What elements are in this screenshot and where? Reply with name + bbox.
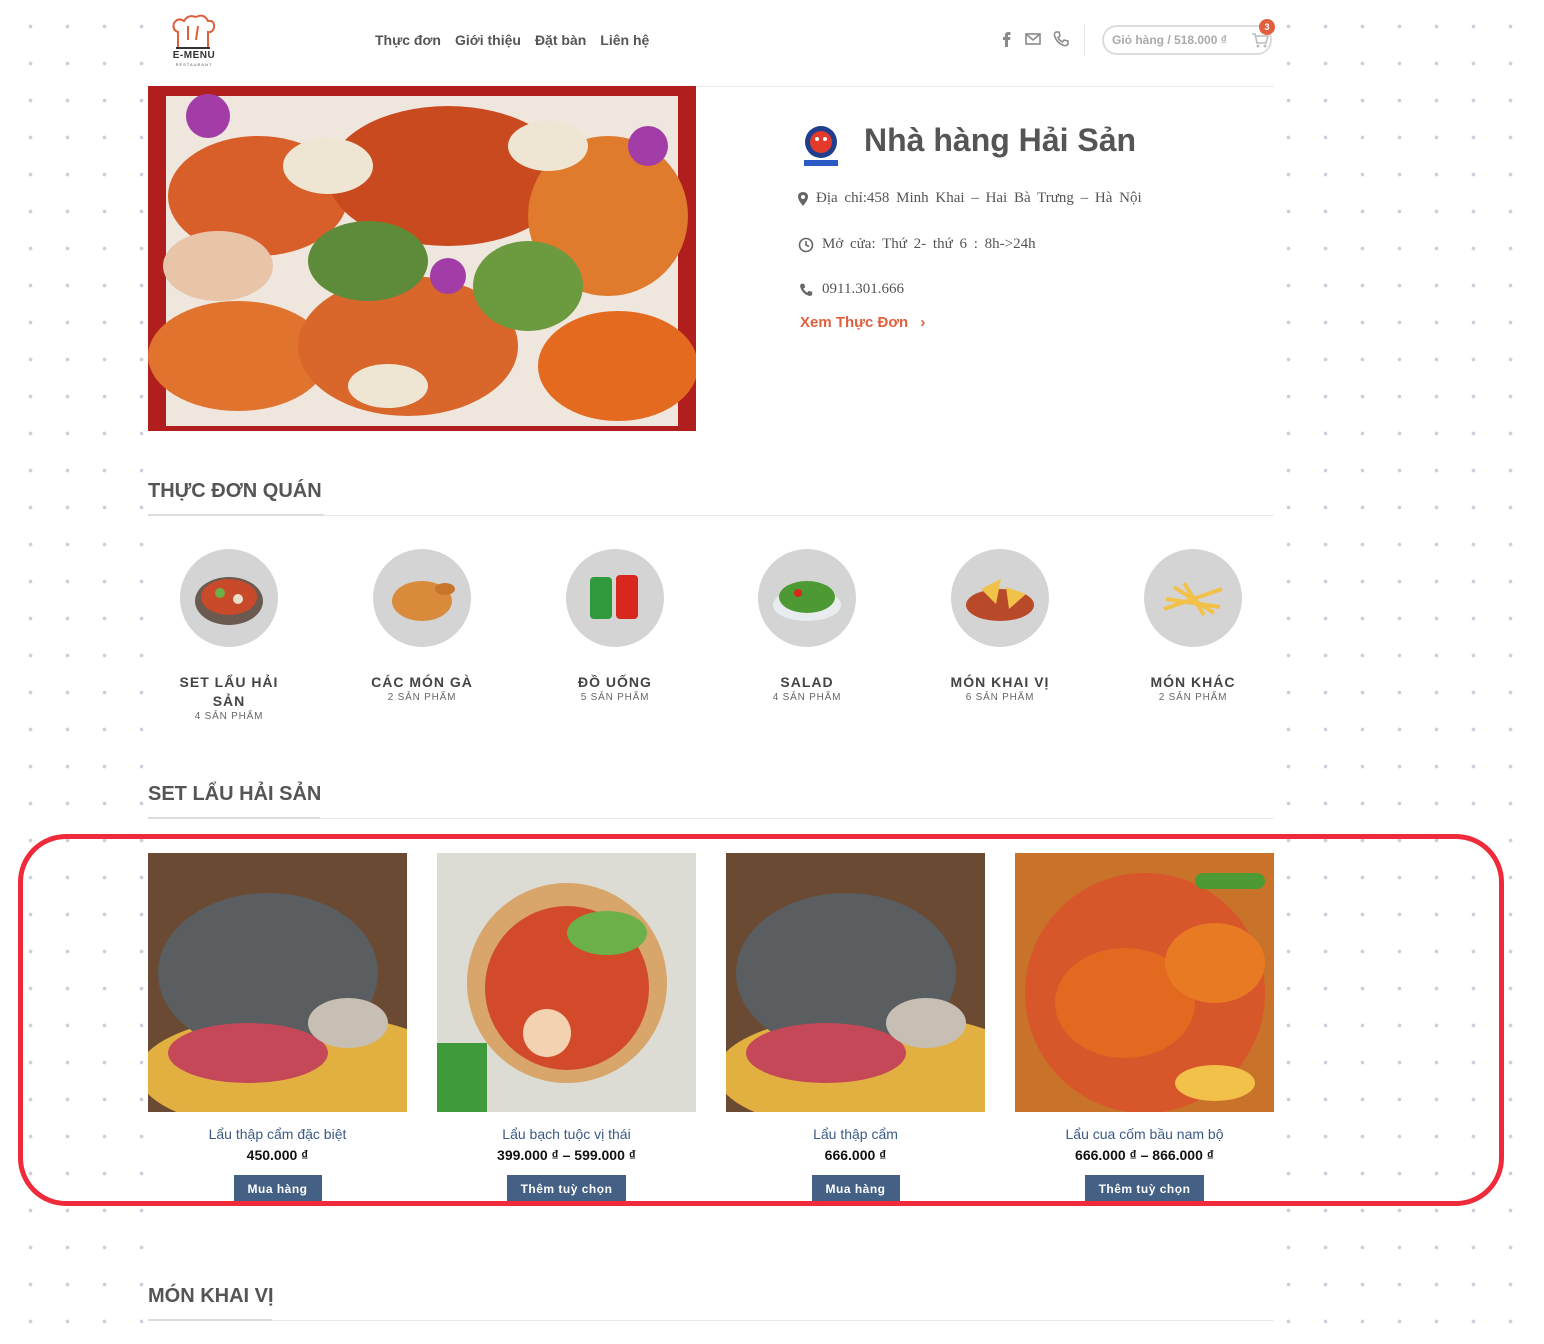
buy-button[interactable]: Mua hàng	[811, 1175, 900, 1203]
restaurant-name: Nhà hàng Hải Sản	[864, 122, 1137, 158]
set-section-title: SET LẨU HẢI SẢN	[148, 783, 322, 805]
product-image[interactable]	[148, 853, 407, 1112]
nav-item-lien-he[interactable]: Liên hệ	[600, 32, 649, 48]
product-name[interactable]: Lẩu thập cẩm đặc biệt	[148, 1126, 407, 1142]
main-nav: Thực đơn Giới thiệu Đặt bàn Liên hệ	[375, 32, 649, 48]
facebook-icon[interactable]	[998, 30, 1014, 48]
product-name[interactable]: Lẩu bạch tuộc vị thái	[437, 1126, 696, 1142]
social-icons	[998, 30, 1070, 48]
product-image[interactable]	[437, 853, 696, 1112]
cart-count-badge: 3	[1259, 19, 1275, 35]
category-count: 2 SẢN PHẨM	[1158, 692, 1228, 703]
product-name[interactable]: Lẩu cua cốm bầu nam bộ	[1015, 1126, 1274, 1142]
phone-icon[interactable]	[1052, 30, 1070, 48]
map-pin-icon	[798, 191, 808, 206]
view-menu-label: Xem Thực Đơn	[800, 314, 909, 331]
category-set-lau-hai-san[interactable]: SET LẨU HẢI SẢN 4 SẢN PHẨM	[164, 549, 294, 722]
site-logo[interactable]: E-MENU RESTAURANT	[166, 12, 222, 70]
khai-vi-section-title: MÓN KHAI VỊ	[148, 1285, 274, 1307]
product-card: Lẩu bạch tuộc vị thái 399.000 ₫ – 599.00…	[437, 853, 696, 1203]
seafood-platter-image	[148, 86, 696, 431]
category-salad[interactable]: SALAD 4 SẢN PHẨM	[742, 549, 872, 703]
nachos-icon	[951, 549, 1049, 647]
category-cac-mon-ga[interactable]: CÁC MÓN GÀ 2 SẢN PHẨM	[357, 549, 487, 703]
product-price: 399.000 ₫ – 599.000 ₫	[497, 1147, 636, 1163]
category-name: MÓN KHAI VỊ	[950, 674, 1050, 690]
select-options-button[interactable]: Thêm tuỳ chọn	[1084, 1175, 1205, 1203]
soda-cans-icon	[566, 549, 664, 647]
chef-hat-icon	[172, 14, 216, 49]
category-name: ĐỒ UỐNG	[578, 674, 652, 690]
section-title-underline	[148, 1319, 272, 1321]
site-header: E-MENU RESTAURANT Thực đơn Giới thiệu Đặ…	[148, 0, 1275, 87]
address-line: Địa chỉ:458 Minh Khai – Hai Bà Trưng – H…	[798, 190, 1142, 207]
logo-subtext: RESTAURANT	[175, 62, 213, 67]
salad-bowl-icon	[758, 549, 856, 647]
cart-label: Giỏ hàng / 518.000 ₫	[1112, 33, 1227, 47]
nav-item-dat-ban[interactable]: Đặt bàn	[535, 32, 586, 48]
phone-icon	[800, 283, 813, 296]
hero-seafood-image	[148, 86, 696, 431]
nav-item-gioi-thieu[interactable]: Giới thiệu	[455, 32, 521, 48]
category-count: 6 SẢN PHẨM	[965, 692, 1035, 703]
hotpot-icon	[180, 549, 278, 647]
product-image[interactable]	[1015, 853, 1274, 1112]
product-price: 450.000 ₫	[246, 1147, 309, 1163]
chevron-right-icon: ›	[920, 314, 926, 331]
product-card: Lẩu thập cẩm đặc biệt 450.000 ₫ Mua hàng	[148, 853, 407, 1203]
select-options-button[interactable]: Thêm tuỳ chọn	[506, 1175, 627, 1203]
roast-chicken-icon	[373, 549, 471, 647]
category-name: SET LẨU HẢI SẢN	[179, 674, 279, 709]
section-title-underline	[148, 817, 320, 819]
address-text: Địa chỉ:458 Minh Khai – Hai Bà Trưng – H…	[816, 190, 1142, 206]
category-count: 4 SẢN PHẨM	[194, 711, 264, 722]
product-price: 666.000 ₫	[824, 1147, 887, 1163]
phone-text: 0911.301.666	[822, 281, 904, 297]
page: E-MENU RESTAURANT Thực đơn Giới thiệu Đặ…	[148, 0, 1275, 1344]
hours-text: Mở cửa: Thứ 2- thứ 6 : 8h->24h	[822, 236, 1036, 252]
phone-line: 0911.301.666	[798, 281, 904, 298]
view-menu-link[interactable]: Xem Thực Đơn ›	[800, 314, 925, 331]
category-name: MÓN KHÁC	[1150, 674, 1236, 690]
category-do-uong[interactable]: ĐỒ UỐNG 5 SẢN PHẨM	[550, 549, 680, 703]
buy-button[interactable]: Mua hàng	[233, 1175, 322, 1203]
category-mon-khai-vi[interactable]: MÓN KHAI VỊ 6 SẢN PHẨM	[935, 549, 1065, 703]
product-card: Lẩu thập cẩm 666.000 ₫ Mua hàng	[726, 853, 985, 1203]
category-count: 2 SẢN PHẨM	[387, 692, 457, 703]
email-icon[interactable]	[1024, 30, 1042, 48]
logo-text: E-MENU	[172, 50, 216, 61]
french-fries-icon	[1144, 549, 1242, 647]
section-divider	[148, 1320, 1274, 1321]
clock-icon	[798, 237, 814, 252]
brand-logo-icon	[804, 126, 838, 166]
category-name: SALAD	[780, 674, 834, 690]
hours-line: Mở cửa: Thứ 2- thứ 6 : 8h->24h	[798, 236, 1036, 253]
category-name: CÁC MÓN GÀ	[371, 674, 473, 690]
section-title-underline	[148, 514, 324, 516]
category-mon-khac[interactable]: MÓN KHÁC 2 SẢN PHẨM	[1128, 549, 1258, 703]
header-divider	[1084, 24, 1085, 56]
menu-section-title: THỰC ĐƠN QUÁN	[148, 480, 322, 502]
cart-button[interactable]: Giỏ hàng / 518.000 ₫	[1102, 25, 1272, 55]
product-card: Lẩu cua cốm bầu nam bộ 666.000 ₫ – 866.0…	[1015, 853, 1274, 1203]
product-price: 666.000 ₫ – 866.000 ₫	[1075, 1147, 1214, 1163]
product-name[interactable]: Lẩu thập cẩm	[726, 1126, 985, 1142]
category-count: 4 SẢN PHẨM	[772, 692, 842, 703]
nav-item-thuc-don[interactable]: Thực đơn	[375, 32, 441, 48]
category-count: 5 SẢN PHẨM	[580, 692, 650, 703]
product-image[interactable]	[726, 853, 985, 1112]
